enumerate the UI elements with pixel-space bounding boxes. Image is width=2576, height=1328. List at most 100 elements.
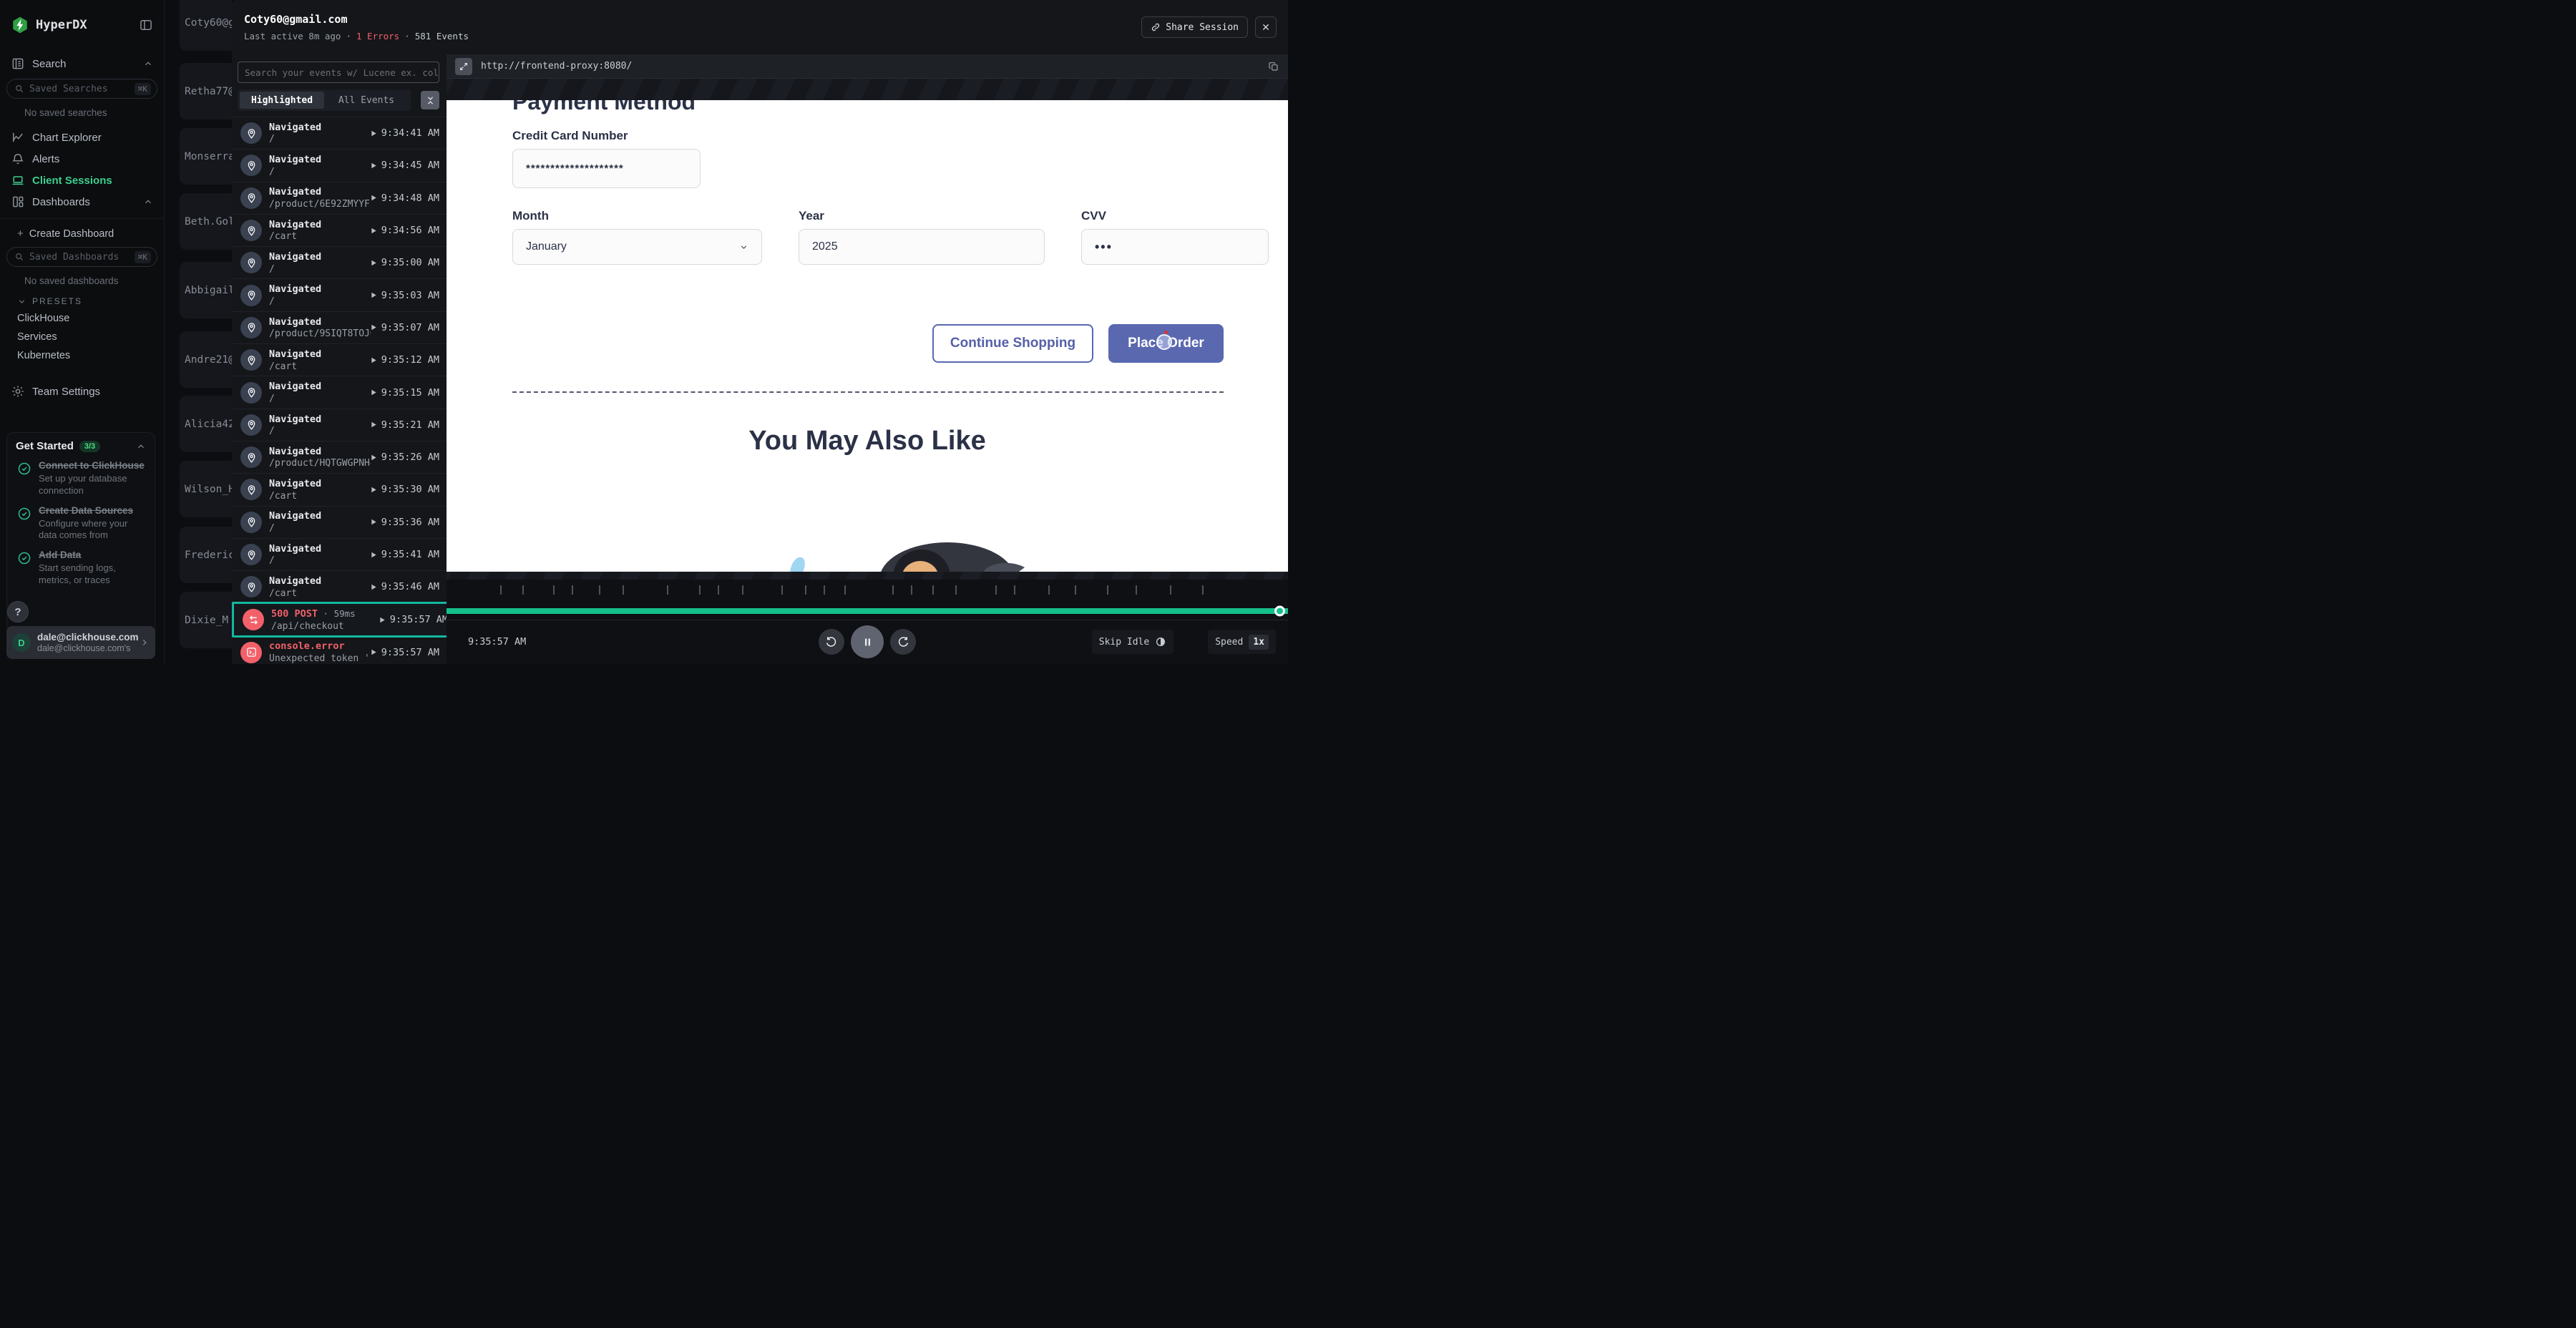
rewind-button[interactable] <box>819 629 844 655</box>
session-list-item[interactable]: Andre21@ <box>180 331 232 388</box>
timeline-tick <box>955 585 957 595</box>
timeline-progress[interactable] <box>447 608 1288 614</box>
saved-searches-input[interactable]: Saved Searches ⌘K <box>6 79 157 99</box>
chevron-down-icon <box>739 243 748 252</box>
close-button[interactable]: ✕ <box>1255 16 1277 38</box>
event-row[interactable]: Navigated / 9:35:36 AM <box>232 507 447 539</box>
play-icon <box>371 487 377 493</box>
play-icon <box>371 519 377 525</box>
event-row[interactable]: Navigated /cart 9:35:12 AM <box>232 344 447 376</box>
session-list-item[interactable]: Beth.Gol <box>180 193 232 250</box>
collapse-panel-button[interactable] <box>421 91 439 109</box>
gear-icon <box>11 384 25 399</box>
session-list-item[interactable]: Wilson_H <box>180 461 232 517</box>
tab-all-events[interactable]: All Events <box>324 92 409 109</box>
get-started-title: Get Started <box>16 440 74 452</box>
event-row[interactable]: Navigated / 9:35:03 AM <box>232 279 447 311</box>
session-list-item[interactable]: Coty60@g <box>180 0 232 51</box>
shortcut-badge: ⌘K <box>135 83 151 95</box>
timeline-tick <box>1107 585 1108 595</box>
event-row[interactable]: Navigated / 9:35:21 AM <box>232 409 447 441</box>
sidebar-item-chart-explorer[interactable]: Chart Explorer <box>0 127 164 148</box>
get-started-item[interactable]: Create Data Sources Configure where your… <box>16 505 146 542</box>
tab-highlighted[interactable]: Highlighted <box>240 92 324 109</box>
event-row[interactable]: 500 POST · 59ms /api/checkout 9:35:57 AM <box>232 602 447 638</box>
presets-label: PRESETS <box>32 296 82 306</box>
event-row[interactable]: Navigated /product/9SIQT8TOJO 9:35:07 AM <box>232 312 447 344</box>
http-request-icon <box>248 614 260 626</box>
share-session-button[interactable]: Share Session <box>1141 16 1248 38</box>
also-like-heading: You May Also Like <box>447 426 1288 456</box>
events-search-input[interactable]: Search your events w/ Lucene ex. colum <box>238 62 439 83</box>
chevron-up-icon[interactable] <box>136 441 146 451</box>
session-email: Coty60@gmail.com <box>244 13 469 26</box>
presets-list: ClickHouseServicesKubernetes <box>0 309 164 365</box>
forward-button[interactable] <box>890 629 916 655</box>
preset-item-kubernetes[interactable]: Kubernetes <box>0 346 164 365</box>
help-button[interactable]: ? <box>7 601 29 622</box>
location-pin-icon <box>245 451 258 464</box>
continue-shopping-button[interactable]: Continue Shopping <box>932 324 1093 363</box>
presets-toggle[interactable]: PRESETS <box>0 290 164 309</box>
sidebar-item-dashboards[interactable]: Dashboards <box>0 191 164 213</box>
event-row[interactable]: Navigated /cart 9:35:46 AM <box>232 571 447 603</box>
event-row[interactable]: Navigated /cart 9:35:30 AM <box>232 474 447 506</box>
timeline-tick <box>599 585 600 595</box>
panel-toggle-icon[interactable] <box>139 18 153 32</box>
timeline-handle[interactable] <box>1274 606 1285 617</box>
session-list-item[interactable]: Alicia42 <box>180 396 232 452</box>
link-icon <box>1151 22 1161 32</box>
replay-url-bar: http://frontend-proxy:8080/ <box>447 54 1288 79</box>
play-icon <box>371 260 377 266</box>
timeline-tick <box>1202 585 1204 595</box>
event-row[interactable]: Navigated /product/6E92ZMYYFZ 9:34:48 AM <box>232 182 447 215</box>
sidebar-item-alerts[interactable]: Alerts <box>0 148 164 170</box>
session-list-item[interactable]: Monserra <box>180 128 232 185</box>
brand-row: HyperDX <box>0 0 164 34</box>
get-started-item[interactable]: Add Data Start sending logs, metrics, or… <box>16 550 146 587</box>
preset-item-clickhouse[interactable]: ClickHouse <box>0 309 164 328</box>
timeline-ticks[interactable] <box>447 580 1288 602</box>
event-row[interactable]: Navigated /product/HQTGWGPNH4 9:35:26 AM <box>232 441 447 474</box>
copy-icon[interactable] <box>1268 61 1279 72</box>
user-menu[interactable]: D dale@clickhouse.com dale@clickhouse.co… <box>6 626 155 659</box>
year-select[interactable]: 2025 <box>799 229 1045 265</box>
events-panel: Search your events w/ Lucene ex. colum H… <box>232 54 447 664</box>
sidebar-item-label: Alerts <box>32 153 59 165</box>
get-started-badge: 3/3 <box>79 441 100 452</box>
timeline-tick <box>805 585 806 595</box>
event-row[interactable]: Navigated / 9:35:41 AM <box>232 539 447 571</box>
event-row[interactable]: console.error Unexpected token 'I'… 9:35… <box>232 636 447 664</box>
sidebar-item-client-sessions[interactable]: Client Sessions <box>0 170 164 191</box>
location-pin-icon <box>245 127 258 140</box>
speed-control[interactable]: Speed 1x <box>1208 630 1276 654</box>
event-row[interactable]: Navigated / 9:34:45 AM <box>232 150 447 182</box>
session-list-item[interactable]: Frederic <box>180 527 232 583</box>
session-list-item[interactable]: Abbigail <box>180 262 232 318</box>
event-row[interactable]: Navigated / 9:35:00 AM <box>232 247 447 279</box>
console-icon <box>245 646 258 658</box>
session-list-item[interactable]: Retha77@ <box>180 63 232 119</box>
sidebar-item-search[interactable]: Search <box>0 53 164 74</box>
preset-item-services[interactable]: Services <box>0 328 164 346</box>
month-select[interactable]: January <box>512 229 762 265</box>
skip-idle-toggle[interactable]: Skip Idle <box>1092 630 1174 654</box>
saved-dashboards-input[interactable]: Saved Dashboards ⌘K <box>6 247 157 267</box>
create-dashboard-button[interactable]: + Create Dashboard <box>0 225 164 243</box>
pause-button[interactable] <box>851 625 884 658</box>
event-row[interactable]: Navigated /cart 9:34:56 AM <box>232 215 447 247</box>
sessions-list-column: Coty60@g Retha77@ Monserra Beth.Gol Abbigail… <box>165 0 232 664</box>
cvv-input[interactable]: ••• <box>1081 229 1269 265</box>
cc-number-input[interactable]: ******************** <box>512 149 701 188</box>
timeline-tick <box>1075 585 1076 595</box>
timeline-tick <box>572 585 573 595</box>
session-list-item[interactable]: Dixie_M <box>180 592 232 648</box>
rewind-icon <box>825 635 838 648</box>
click-indicator <box>1164 331 1168 334</box>
get-started-item[interactable]: Connect to ClickHouse Set up your databa… <box>16 460 146 497</box>
saved-searches-placeholder: Saved Searches <box>29 84 135 94</box>
expand-icon[interactable] <box>455 58 472 75</box>
event-row[interactable]: Navigated / 9:35:15 AM <box>232 376 447 409</box>
event-row[interactable]: Navigated / 9:34:41 AM <box>232 117 447 150</box>
sidebar-item-team-settings[interactable]: Team Settings <box>0 381 164 402</box>
